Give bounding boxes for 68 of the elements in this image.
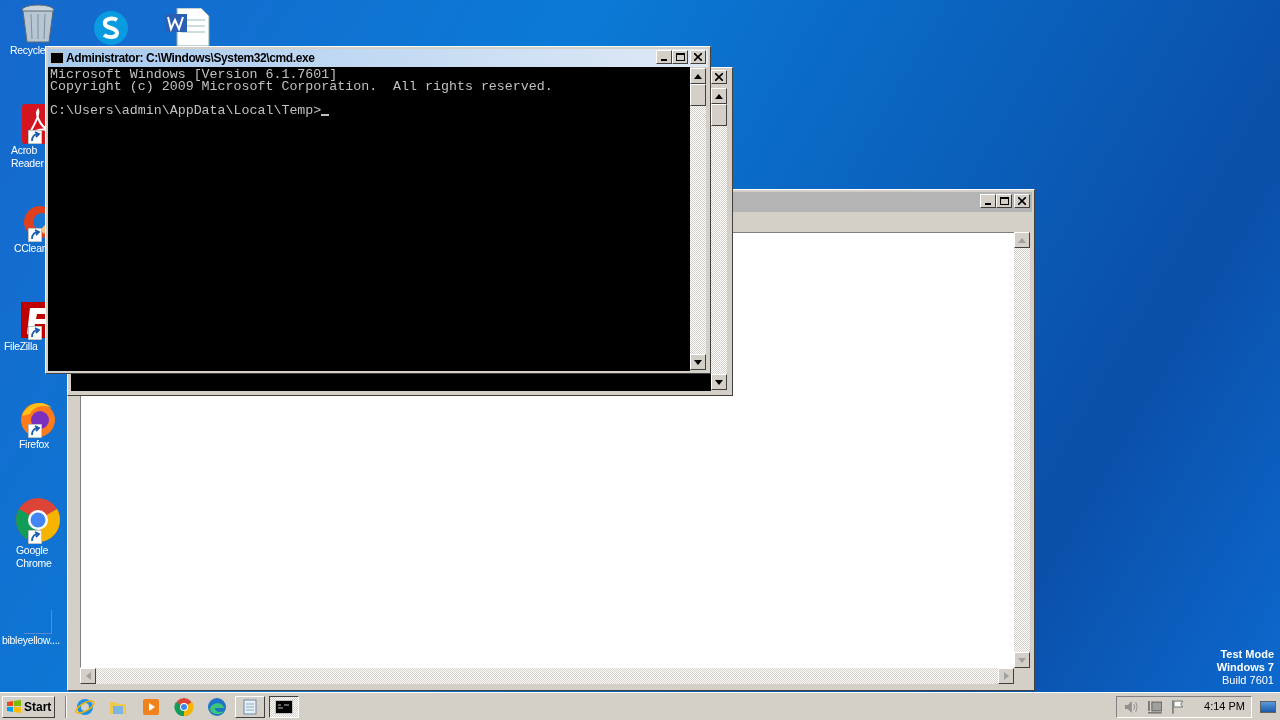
scroll-down-button[interactable] (1014, 652, 1030, 668)
desktop-icon-label[interactable]: Recycle (10, 44, 46, 57)
desktop-icon-label[interactable]: Acrob (11, 144, 37, 157)
console-text: Copyright (c) 2009 Microsoft Corporation. All rights reserved. (50, 81, 553, 93)
clock[interactable]: 4:14 PM (1204, 698, 1245, 715)
triangle-down-icon (694, 359, 702, 365)
scroll-up-button[interactable] (1014, 232, 1030, 248)
scroll-up-button[interactable] (690, 68, 706, 84)
minimize-button[interactable] (980, 194, 996, 208)
close-button[interactable] (1014, 194, 1030, 208)
media-player-icon[interactable] (141, 696, 162, 717)
browser-circle-icon (13, 496, 62, 544)
desktop-icon-label[interactable]: Firefox (19, 438, 49, 451)
start-button[interactable]: Start (2, 695, 56, 718)
console-icon (275, 699, 294, 714)
scroll-right-button[interactable] (998, 668, 1014, 684)
flag-icon[interactable] (1170, 698, 1186, 715)
console-icon (50, 52, 64, 64)
triangle-up-icon (715, 93, 723, 99)
scroll-up-button[interactable] (711, 88, 727, 104)
scroll-down-button[interactable] (690, 354, 706, 370)
scroll-down-button[interactable] (711, 374, 727, 390)
triangle-right-icon (1003, 672, 1009, 680)
taskbar-button[interactable] (269, 695, 300, 718)
close-icon (715, 73, 723, 81)
browser-circle-icon[interactable] (174, 696, 195, 717)
desktop-icon-label[interactable]: FileZilla (4, 340, 38, 353)
desktop-icon-label[interactable]: Chrome (16, 557, 52, 570)
test-mode-text: Build 7601 (1222, 674, 1274, 687)
vertical-scrollbar[interactable] (1014, 232, 1030, 668)
command-prompt: C:\Users\admin\AppData\Local\Temp> (50, 105, 322, 117)
close-icon (1018, 197, 1026, 205)
triangle-up-icon (1018, 237, 1026, 243)
test-mode-text: Windows 7 (1216, 661, 1274, 674)
close-button[interactable] (711, 70, 727, 84)
window-title: Administrator: C:\Windows\System32\cmd.exe (66, 50, 315, 67)
shortcut-arrow-icon (27, 424, 42, 438)
shortcut-arrow-icon (27, 228, 42, 242)
windows-logo-icon (6, 699, 22, 714)
desktop-icon-label[interactable]: bibleyellow.... (2, 634, 60, 647)
console-text: Microsoft Windows [Version 6.1.7601] (50, 69, 338, 81)
scroll-left-button[interactable] (80, 668, 96, 684)
shortcut-arrow-icon (27, 530, 42, 544)
show-desktop-button[interactable] (1260, 700, 1276, 713)
scroll-thumb[interactable] (711, 104, 727, 126)
minimize-button[interactable] (656, 50, 672, 64)
triangle-down-icon (1018, 657, 1026, 663)
triangle-down-icon (715, 379, 723, 385)
network-icon[interactable] (1146, 698, 1163, 715)
text-cursor (321, 114, 330, 116)
notepad-icon (242, 698, 259, 715)
desktop-icon-label[interactable]: Google (16, 544, 49, 557)
close-button[interactable] (690, 50, 706, 64)
triangle-left-icon (85, 672, 91, 680)
vertical-scrollbar[interactable] (690, 68, 706, 370)
recycle-bin-icon (19, 4, 56, 44)
test-mode-text: Test Mode (1220, 648, 1274, 661)
blank-file-icon (23, 610, 52, 634)
horizontal-scrollbar[interactable] (80, 668, 1014, 684)
scroll-thumb[interactable] (690, 84, 706, 106)
desktop-icon-label[interactable]: Reader (11, 157, 44, 170)
browser-wave-icon[interactable] (207, 696, 228, 717)
desktop-icon-label[interactable]: CClear (14, 242, 45, 255)
triangle-up-icon (694, 73, 702, 79)
maximize-button[interactable] (996, 194, 1012, 208)
vertical-scrollbar[interactable] (711, 88, 727, 390)
maximize-button[interactable] (672, 50, 688, 64)
close-icon (694, 53, 702, 61)
